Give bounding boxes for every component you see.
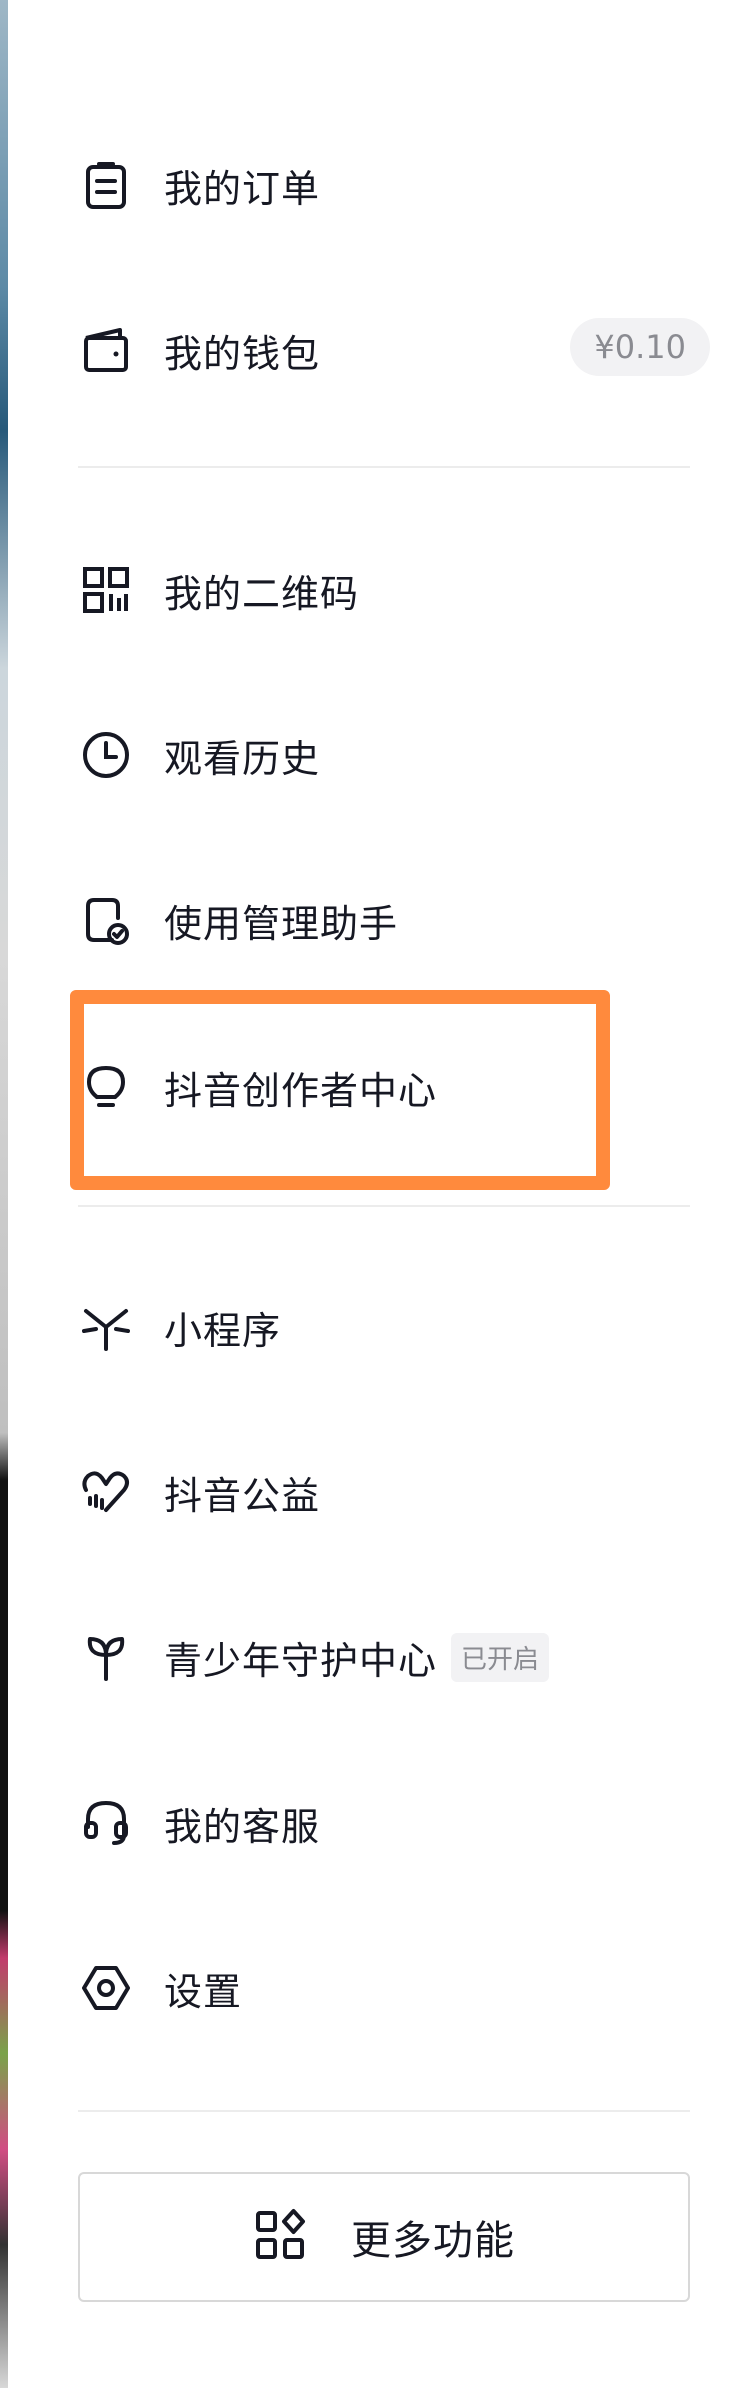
menu-item-creator-center[interactable]: 抖音创作者中心 <box>78 1032 718 1142</box>
menu-item-label: 我的客服 <box>164 1804 321 1849</box>
qr-code-icon <box>78 562 134 618</box>
menu-item-usage-assistant[interactable]: 使用管理助手 <box>78 865 718 975</box>
clipboard-icon <box>78 157 134 213</box>
menu-item-orders[interactable]: 我的订单 <box>78 130 718 240</box>
menu-item-label: 我的订单 <box>164 166 321 211</box>
menu-item-label: 抖音创作者中心 <box>164 1068 438 1113</box>
menu-item-label: 小程序 <box>164 1308 282 1353</box>
mini-program-icon <box>78 1299 134 1355</box>
menu-item-label: 我的钱包 <box>164 331 321 376</box>
menu-item-label: 使用管理助手 <box>164 901 399 946</box>
divider <box>78 466 690 468</box>
menu-item-history[interactable]: 观看历史 <box>78 700 718 810</box>
side-menu-panel: 我的订单 我的钱包 ¥0.10 我的二维码 观看历史 使用管理助手 抖音创作者中… <box>8 0 756 2388</box>
menu-item-youth-protection[interactable]: 青少年守护中心 已开启 <box>78 1602 718 1712</box>
menu-item-label: 设置 <box>164 1969 243 2014</box>
phone-check-icon <box>78 892 134 948</box>
menu-item-charity[interactable]: 抖音公益 <box>78 1437 718 1547</box>
menu-item-customer-service[interactable]: 我的客服 <box>78 1768 718 1878</box>
lightbulb-icon <box>78 1059 134 1115</box>
wallet-icon <box>78 322 134 378</box>
status-badge: 已开启 <box>451 1632 550 1682</box>
more-functions-label: 更多功能 <box>351 2218 515 2264</box>
menu-item-label: 观看历史 <box>164 736 321 781</box>
menu-item-settings[interactable]: 设置 <box>78 1933 718 2043</box>
more-functions-icon <box>253 2208 307 2266</box>
background-video-strip <box>0 0 8 2388</box>
headset-icon <box>78 1795 134 1851</box>
more-functions-button[interactable]: 更多功能 <box>78 2172 690 2302</box>
heart-icon <box>78 1464 134 1520</box>
divider <box>78 1205 690 1207</box>
hexagon-settings-icon <box>78 1960 134 2016</box>
menu-item-qrcode[interactable]: 我的二维码 <box>78 535 718 645</box>
clock-icon <box>78 727 134 783</box>
menu-item-label: 青少年守护中心 <box>164 1638 438 1683</box>
divider <box>78 2110 690 2112</box>
menu-item-mini-program[interactable]: 小程序 <box>78 1272 718 1382</box>
menu-item-label: 抖音公益 <box>164 1473 321 1518</box>
menu-item-label: 我的二维码 <box>164 571 360 616</box>
sprout-icon <box>78 1629 134 1685</box>
wallet-balance: ¥0.10 <box>570 318 710 376</box>
